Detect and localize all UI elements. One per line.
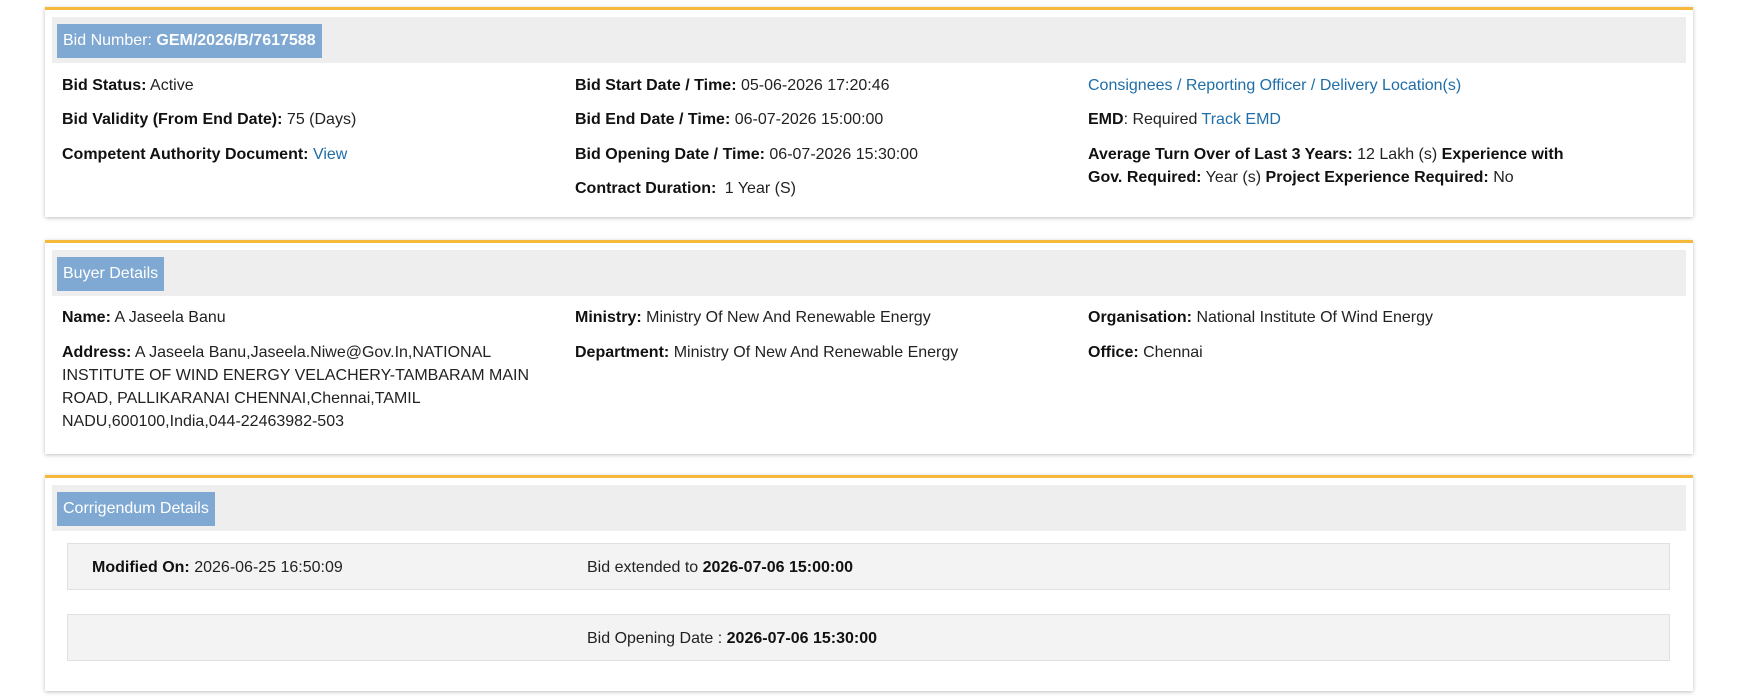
department-row: Department: Ministry Of New And Renewabl… (575, 341, 958, 364)
department-value: Ministry Of New And Renewable Energy (673, 344, 959, 361)
project-experience-value: No (1493, 169, 1514, 186)
bid-end-row: Bid End Date / Time: 06-07-2026 15:00:00 (575, 108, 883, 131)
consignees-row: Consignees / Reporting Officer / Deliver… (1088, 74, 1461, 97)
turnover-row: Average Turn Over of Last 3 Years: 12 La… (1088, 143, 1588, 189)
corrigendum-entry-modified: Modified On: 2026-06-25 16:50:09 Bid ext… (67, 543, 1670, 590)
competent-authority-row: Competent Authority Document: View (62, 143, 347, 166)
organisation-label: Organisation: (1088, 309, 1193, 326)
corrigendum-tag: Corrigendum Details (57, 492, 215, 526)
experience-label: Experience with (1441, 146, 1564, 163)
bid-status-label: Bid Status: (62, 77, 147, 94)
track-emd-link[interactable]: Track EMD (1202, 111, 1281, 128)
buyer-address-line-2: INSTITUTE OF WIND ENERGY VELACHERY-TAMBA… (62, 367, 530, 384)
buyer-name-label: Name: (62, 309, 111, 326)
bid-validity-row: Bid Validity (From End Date): 75 (Days) (62, 108, 356, 131)
emd-row: EMD: Required Track EMD (1088, 108, 1281, 131)
contract-duration-label: Contract Duration: (575, 180, 717, 197)
buyer-name-value: A Jaseela Banu (114, 309, 226, 326)
organisation-row: Organisation: National Institute Of Wind… (1088, 306, 1433, 329)
buyer-details-tag: Buyer Details (57, 257, 165, 291)
bid-status-row: Bid Status: Active (62, 74, 194, 97)
corrigendum-opening-row: Bid Opening Date : 2026-07-06 15:30:00 (587, 627, 877, 650)
view-document-link[interactable]: View (313, 146, 347, 163)
project-experience-label: Project Experience Required: (1265, 169, 1489, 186)
turnover-label: Average Turn Over of Last 3 Years: (1088, 146, 1353, 163)
bid-validity-label: Bid Validity (From End Date): (62, 111, 283, 128)
gov-required-label: Gov. Required: (1088, 169, 1202, 186)
buyer-address-row: Address: A Jaseela Banu,Jaseela.Niwe@Gov… (62, 341, 542, 433)
consignees-link[interactable]: Consignees / Reporting Officer / Deliver… (1088, 77, 1461, 94)
bid-extended-value: 2026-07-06 15:00:00 (702, 559, 853, 576)
corrigendum-opening-value: 2026-07-06 15:30:00 (726, 630, 877, 647)
buyer-address-line-4: NADU,600100,India,044-22463982-503 (62, 413, 344, 430)
office-value: Chennai (1143, 344, 1203, 361)
department-label: Department: (575, 344, 670, 361)
emd-value: : Required (1123, 111, 1198, 128)
bid-start-value: 05-06-2026 17:20:46 (740, 77, 890, 94)
modified-on-value: 2026-06-25 16:50:09 (194, 559, 343, 576)
buyer-address-line-3: ROAD, PALLIKARANAI CHENNAI,Chennai,TAMIL (62, 390, 421, 407)
bid-start-row: Bid Start Date / Time: 05-06-2026 17:20:… (575, 74, 890, 97)
bid-number-value: GEM/2026/B/7617588 (156, 32, 316, 49)
bid-end-label: Bid End Date / Time: (575, 111, 731, 128)
contract-duration-row: Contract Duration: 1 Year (S) (575, 177, 796, 200)
experience-value: Year (s) (1205, 169, 1262, 186)
modified-on-label: Modified On: (92, 559, 190, 576)
bid-extended-row: Bid extended to 2026-07-06 15:00:00 (587, 556, 853, 579)
emd-label: EMD (1088, 111, 1124, 128)
bid-opening-label: Bid Opening Date / Time: (575, 146, 765, 163)
ministry-label: Ministry: (575, 309, 642, 326)
ministry-value: Ministry Of New And Renewable Energy (646, 309, 931, 326)
office-row: Office: Chennai (1088, 341, 1203, 364)
corrigendum-entry-opening: Bid Opening Date : 2026-07-06 15:30:00 (67, 614, 1670, 661)
bid-info-panel: Bid Number: GEM/2026/B/7617588 Bid Statu… (45, 7, 1693, 217)
competent-authority-label: Competent Authority Document: (62, 146, 309, 163)
bid-extended-text: Bid extended to (587, 559, 699, 576)
buyer-details-header: Buyer Details (52, 250, 1686, 296)
buyer-name-row: Name: A Jaseela Banu (62, 306, 226, 329)
organisation-value: National Institute Of Wind Energy (1196, 309, 1434, 326)
corrigendum-panel: Corrigendum Details Modified On: 2026-06… (45, 475, 1693, 691)
bid-number-tag: Bid Number: GEM/2026/B/7617588 (57, 24, 322, 58)
turnover-value: 12 Lakh (s) (1357, 146, 1438, 163)
buyer-address-label: Address: (62, 344, 132, 361)
bid-start-label: Bid Start Date / Time: (575, 77, 737, 94)
bid-info-header: Bid Number: GEM/2026/B/7617588 (52, 17, 1686, 63)
buyer-address-line-1: A Jaseela Banu,Jaseela.Niwe@Gov.In,NATIO… (134, 344, 492, 361)
office-label: Office: (1088, 344, 1139, 361)
contract-duration-value: 1 Year (S) (724, 180, 796, 197)
corrigendum-opening-text: Bid Opening Date : (587, 630, 723, 647)
bid-status-value: Active (150, 77, 194, 94)
bid-end-value: 06-07-2026 15:00:00 (734, 111, 884, 128)
bid-opening-row: Bid Opening Date / Time: 06-07-2026 15:3… (575, 143, 918, 166)
ministry-row: Ministry: Ministry Of New And Renewable … (575, 306, 931, 329)
buyer-details-panel: Buyer Details Name: A Jaseela Banu Addre… (45, 240, 1693, 454)
bid-validity-value: 75 (Days) (286, 111, 357, 128)
bid-opening-value: 06-07-2026 15:30:00 (769, 146, 918, 163)
modified-on-row: Modified On: 2026-06-25 16:50:09 (92, 556, 343, 579)
bid-number-label: Bid Number: (63, 32, 152, 49)
corrigendum-header: Corrigendum Details (52, 485, 1686, 531)
